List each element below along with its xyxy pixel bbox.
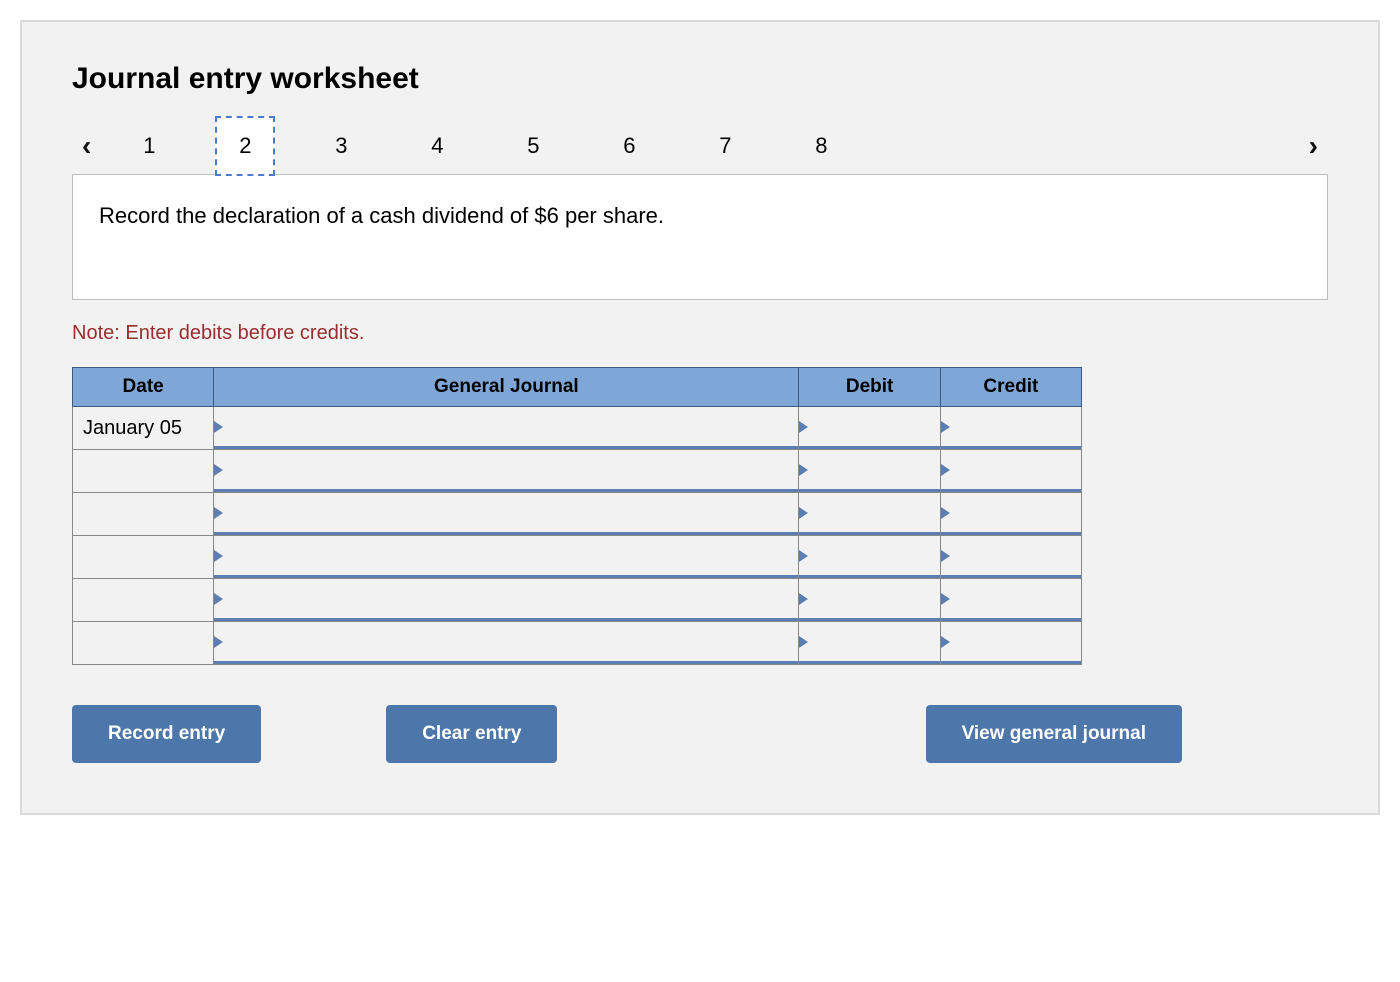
- table-row: January 05: [73, 407, 1082, 450]
- worksheet-panel: Journal entry worksheet ‹ 12345678 › Rec…: [20, 20, 1380, 815]
- page-title: Journal entry worksheet: [72, 62, 1328, 96]
- table-row: [73, 450, 1082, 493]
- journal-cell[interactable]: [214, 579, 799, 622]
- debit-cell[interactable]: [799, 407, 940, 450]
- col-credit: Credit: [940, 368, 1081, 407]
- dropdown-caret-icon: [941, 421, 950, 433]
- dropdown-caret-icon: [941, 636, 950, 648]
- credit-cell[interactable]: [940, 450, 1081, 493]
- button-row: Record entry Clear entry View general jo…: [72, 705, 1182, 763]
- step-tab-6[interactable]: 6: [599, 116, 659, 176]
- table-row: [73, 536, 1082, 579]
- credit-cell[interactable]: [940, 407, 1081, 450]
- dropdown-caret-icon: [941, 593, 950, 605]
- clear-entry-button[interactable]: Clear entry: [386, 705, 557, 763]
- journal-table: Date General Journal Debit Credit Januar…: [72, 367, 1082, 665]
- step-tab-7[interactable]: 7: [695, 116, 755, 176]
- step-tab-4[interactable]: 4: [407, 116, 467, 176]
- dropdown-caret-icon: [799, 464, 808, 476]
- view-general-journal-button[interactable]: View general journal: [926, 705, 1182, 763]
- dropdown-caret-icon: [941, 464, 950, 476]
- debit-cell[interactable]: [799, 622, 940, 665]
- col-date: Date: [73, 368, 214, 407]
- dropdown-caret-icon: [214, 507, 223, 519]
- dropdown-caret-icon: [799, 507, 808, 519]
- debit-cell[interactable]: [799, 579, 940, 622]
- step-tab-8[interactable]: 8: [791, 116, 851, 176]
- dropdown-caret-icon: [214, 593, 223, 605]
- step-tab-3[interactable]: 3: [311, 116, 371, 176]
- dropdown-caret-icon: [799, 550, 808, 562]
- date-cell[interactable]: [73, 450, 214, 493]
- debit-cell[interactable]: [799, 450, 940, 493]
- record-entry-button[interactable]: Record entry: [72, 705, 261, 763]
- credit-cell[interactable]: [940, 622, 1081, 665]
- col-debit: Debit: [799, 368, 940, 407]
- dropdown-caret-icon: [214, 464, 223, 476]
- date-cell[interactable]: [73, 579, 214, 622]
- date-cell[interactable]: [73, 493, 214, 536]
- chevron-right-icon[interactable]: ›: [1299, 130, 1328, 162]
- date-cell[interactable]: January 05: [73, 407, 214, 450]
- date-cell[interactable]: [73, 622, 214, 665]
- journal-cell[interactable]: [214, 536, 799, 579]
- prompt-box: Record the declaration of a cash dividen…: [72, 174, 1328, 300]
- dropdown-caret-icon: [214, 421, 223, 433]
- dropdown-caret-icon: [941, 507, 950, 519]
- step-tab-5[interactable]: 5: [503, 116, 563, 176]
- step-tab-2[interactable]: 2: [215, 116, 275, 176]
- credit-cell[interactable]: [940, 493, 1081, 536]
- step-nav: ‹ 12345678 ›: [72, 116, 1328, 176]
- journal-cell[interactable]: [214, 450, 799, 493]
- debit-cell[interactable]: [799, 536, 940, 579]
- table-row: [73, 579, 1082, 622]
- dropdown-caret-icon: [941, 550, 950, 562]
- journal-cell[interactable]: [214, 622, 799, 665]
- dropdown-caret-icon: [799, 421, 808, 433]
- credit-cell[interactable]: [940, 536, 1081, 579]
- journal-cell[interactable]: [214, 493, 799, 536]
- table-row: [73, 493, 1082, 536]
- dropdown-caret-icon: [799, 636, 808, 648]
- step-tab-1[interactable]: 1: [119, 116, 179, 176]
- note-text: Note: Enter debits before credits.: [72, 322, 1328, 345]
- date-cell[interactable]: [73, 536, 214, 579]
- chevron-left-icon[interactable]: ‹: [72, 130, 101, 162]
- dropdown-caret-icon: [799, 593, 808, 605]
- table-row: [73, 622, 1082, 665]
- journal-cell[interactable]: [214, 407, 799, 450]
- col-journal: General Journal: [214, 368, 799, 407]
- debit-cell[interactable]: [799, 493, 940, 536]
- dropdown-caret-icon: [214, 636, 223, 648]
- dropdown-caret-icon: [214, 550, 223, 562]
- credit-cell[interactable]: [940, 579, 1081, 622]
